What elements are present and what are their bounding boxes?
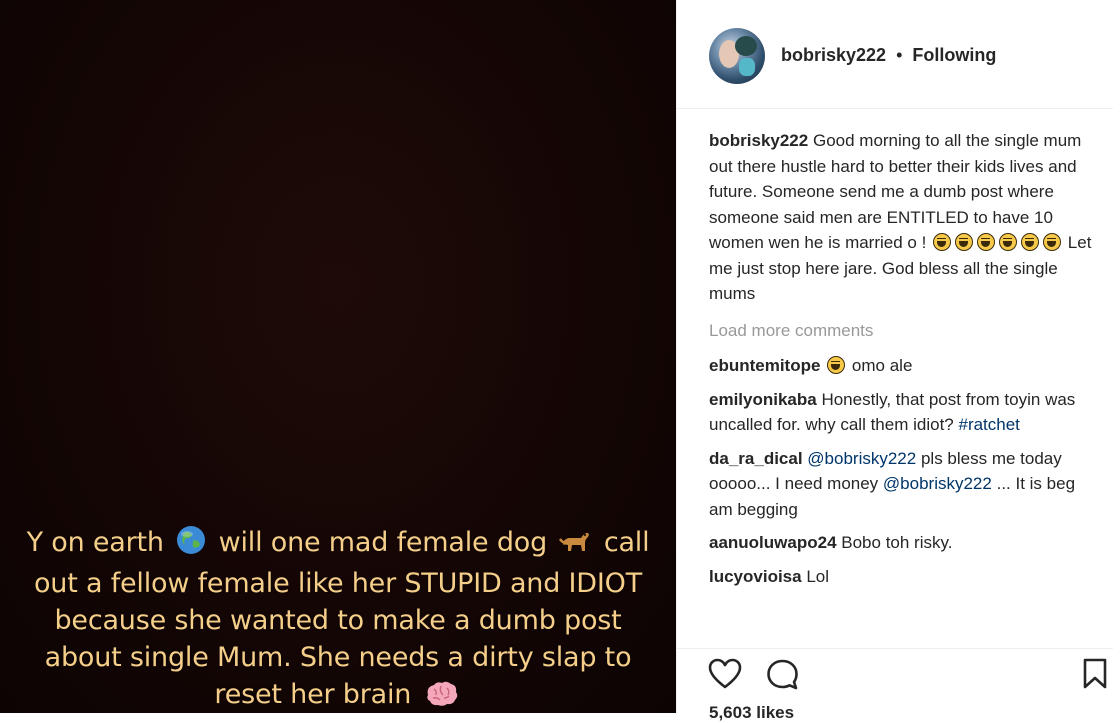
hashtag-link[interactable]: #ratchet: [958, 415, 1019, 434]
dog-emoji-icon: [559, 525, 591, 565]
media-caption-line-2: out a fellow female like her STUPID and …: [33, 568, 643, 599]
brain-emoji-icon: [424, 680, 458, 713]
media-caption-line-4: about single Mum. She needs a dirty slap…: [44, 642, 632, 673]
laughing-emoji-icon: [999, 233, 1018, 251]
comment: aanuoluwapo24 Bobo toh risky.: [709, 530, 1103, 556]
comment: emilyonikaba Honestly, that post from to…: [709, 387, 1103, 438]
laughing-emoji-icon: [955, 233, 974, 251]
comment-username[interactable]: da_ra_dical: [709, 449, 803, 468]
bookmark-icon[interactable]: [1081, 657, 1109, 696]
comment-text: Lol: [806, 566, 830, 586]
comments-section: bobrisky222 Good morning to all the sing…: [709, 128, 1103, 597]
globe-emoji-icon: [176, 525, 206, 565]
load-more-comments-link[interactable]: Load more comments: [709, 318, 1103, 344]
media-caption: Y on earth will one mad female dog call: [0, 524, 676, 713]
likes-count[interactable]: 5,603 likes: [709, 703, 794, 723]
heart-icon[interactable]: [707, 657, 743, 696]
laughing-emoji-icon: [827, 356, 846, 374]
caption-username[interactable]: bobrisky222: [709, 131, 808, 150]
media-caption-text: will one mad female dog: [218, 527, 548, 558]
post-media[interactable]: Y on earth will one mad female dog call: [0, 0, 676, 713]
comment-username[interactable]: emilyonikaba: [709, 390, 817, 409]
comment-username[interactable]: aanuoluwapo24: [709, 533, 837, 552]
post-caption: bobrisky222 Good morning to all the sing…: [709, 128, 1103, 307]
media-caption-line-1: Y on earth will one mad female dog call: [0, 524, 676, 565]
media-caption-line-3: because she wanted to make a dumb post: [54, 605, 622, 636]
follow-status-button[interactable]: Following: [912, 45, 996, 65]
header-username[interactable]: bobrisky222: [781, 45, 886, 65]
comment-text: omo ale: [851, 356, 913, 375]
media-caption-text: reset her brain: [214, 679, 412, 710]
avatar[interactable]: [709, 28, 765, 84]
media-caption-text: call: [603, 527, 650, 558]
comment-username[interactable]: ebuntemitope: [709, 356, 820, 375]
laughing-emoji-icon: [933, 233, 952, 251]
laughing-emoji-icon: [1021, 233, 1040, 251]
laughing-emoji-icon: [977, 233, 996, 251]
media-caption-text: Y on earth: [26, 527, 164, 558]
post-header: bobrisky222 • Following: [677, 0, 1113, 109]
comment-bubble-icon[interactable]: [765, 657, 801, 698]
mention-link[interactable]: @bobrisky222: [883, 474, 992, 493]
comment-username[interactable]: lucyovioisa: [709, 567, 802, 586]
header-separator: •: [896, 45, 903, 65]
post-sidebar: bobrisky222 • Following bobrisky222 Good…: [676, 0, 1120, 722]
laughing-emoji-icon: [1043, 233, 1062, 251]
comment: da_ra_dical @bobrisky222 pls bless me to…: [709, 446, 1103, 523]
header-text: bobrisky222 • Following: [781, 45, 996, 66]
mention-link[interactable]: @bobrisky222: [807, 449, 916, 468]
comment: lucyovioisa Lol: [709, 564, 1103, 590]
comment-text: Bobo toh risky.: [841, 533, 953, 552]
comment: ebuntemitope omo ale: [709, 353, 1103, 379]
media-caption-line-5: reset her brain: [0, 676, 676, 713]
